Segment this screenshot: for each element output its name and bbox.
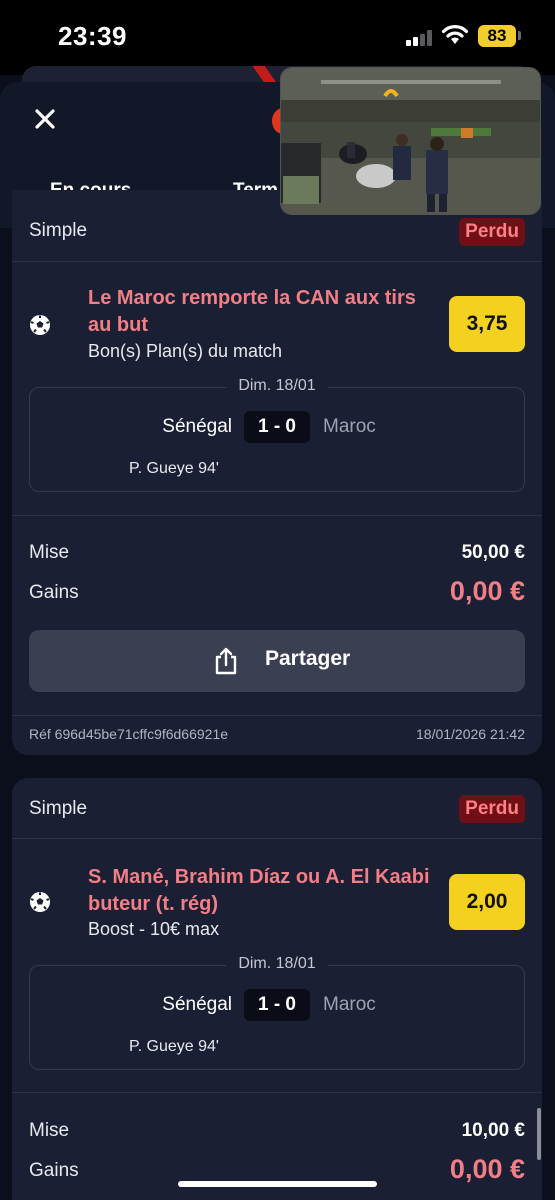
stake-value: 10,00 € — [461, 1120, 525, 1141]
selection-title: Le Maroc remporte la CAN aux tirs au but — [88, 287, 416, 336]
gains-label: Gains — [29, 582, 79, 603]
signal-icon — [406, 30, 434, 46]
status-bar: 23:39 83 — [0, 0, 555, 75]
match-date: Dim. 18/01 — [12, 377, 542, 395]
close-icon[interactable] — [28, 102, 62, 136]
video-frame — [281, 68, 540, 214]
gains-label: Gains — [29, 1160, 79, 1181]
bet-datetime: 18/01/2026 21:42 — [416, 726, 525, 742]
share-label: Partager — [265, 647, 351, 670]
selection-title: S. Mané, Brahim Díaz ou A. El Kaabi bute… — [88, 866, 430, 915]
divider — [12, 838, 542, 839]
bet-type: Simple — [29, 798, 88, 819]
soccer-ball-icon — [30, 892, 50, 912]
match-score: 1 - 0 — [244, 989, 310, 1021]
picture-in-picture-video[interactable] — [280, 67, 541, 215]
share-button[interactable]: Partager — [29, 630, 525, 692]
stake-value: 50,00 € — [461, 542, 525, 563]
soccer-ball-icon — [30, 315, 50, 335]
home-indicator[interactable] — [178, 1181, 377, 1187]
match-score: 1 - 0 — [244, 411, 310, 443]
battery-cap — [518, 31, 521, 40]
gains-value: 0,00 € — [449, 1154, 525, 1184]
match-date-label: Dim. 18/01 — [226, 955, 328, 973]
away-team: Maroc — [323, 416, 376, 437]
share-icon — [215, 647, 237, 675]
wifi-icon — [441, 25, 469, 44]
bet-reference: Réf 696d45be71cffc9f6d66921e — [29, 726, 229, 742]
bet-card: Simple Perdu S. Mané, Brahim Díaz ou A. … — [12, 778, 542, 1200]
odds-badge: 2,00 — [449, 874, 525, 930]
home-team: Sénégal — [162, 994, 232, 1015]
divider — [12, 515, 542, 516]
status-time: 23:39 — [58, 21, 127, 51]
divider — [12, 1092, 542, 1093]
stake-label: Mise — [29, 542, 70, 563]
market-name: Boost - 10€ max — [88, 919, 220, 939]
match-date: Dim. 18/01 — [12, 955, 542, 973]
market-name: Bon(s) Plan(s) du match — [88, 341, 283, 361]
battery-icon: 83 — [478, 25, 516, 47]
status-badge: Perdu — [459, 218, 525, 246]
gains-value: 0,00 € — [449, 576, 525, 606]
goal-scorer: P. Gueye 94' — [129, 460, 219, 477]
away-team: Maroc — [323, 994, 376, 1015]
bet-type: Simple — [29, 220, 88, 241]
bet-card: Simple Perdu Le Maroc remporte la CAN au… — [12, 190, 542, 755]
stake-label: Mise — [29, 1120, 70, 1141]
odds-badge: 3,75 — [449, 296, 525, 352]
home-team: Sénégal — [162, 416, 232, 437]
match-date-label: Dim. 18/01 — [226, 377, 328, 395]
status-badge: Perdu — [459, 795, 525, 823]
divider — [12, 261, 542, 262]
divider — [12, 715, 542, 716]
goal-scorer: P. Gueye 94' — [129, 1038, 219, 1055]
scrollbar[interactable] — [537, 1108, 541, 1160]
